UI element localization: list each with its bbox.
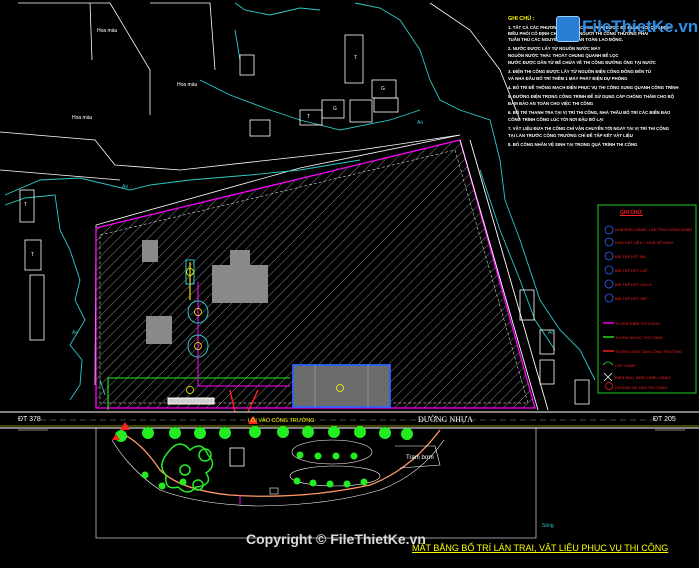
- note-line: 7. VẬT LIỆU ĐƯA THI CÔNG CHỈ VẬN CHUYỂN …: [508, 126, 670, 131]
- note-line: 8. BỐ CÔNG NHÂN VỆ SINH TẠI TRONG QUÁ TR…: [508, 142, 638, 147]
- road-label-right: ĐT 205: [653, 416, 676, 423]
- notes-title: GHI CHÚ :: [508, 16, 535, 22]
- logo-text: FileThietKe.vn: [582, 17, 699, 36]
- note-line: CÔNG TRÌNH CÔNG LÚC TỚI NƠI ĐẬU BỐ LẠI: [508, 117, 604, 122]
- note-line: NƯỚC ĐƯỢC DẪN TỪ BỂ CHỨA VỀ THI CÔNG ĐƯỜ…: [508, 60, 656, 65]
- house-label: T: [31, 252, 35, 258]
- note-line: 3. ĐIỆN THI CÔNG ĐƯỢC LẤY TỪ NGUỒN ĐIỆN …: [508, 69, 651, 74]
- legend-item: BÃI TẬP KẾT CÁT: [615, 268, 649, 273]
- field-label: Hoa màu: [97, 28, 118, 34]
- legend-item: BÃI TẬP KẾT ĐÁ: [615, 254, 646, 259]
- legend-item: BIỂN BÁO, ĐÈN CHIẾU SÁNG: [615, 375, 671, 380]
- watermark-logo: FileThietKe.vn: [556, 14, 698, 44]
- note-line: 4. BỐ TRÍ ĐỂ THÔNG MẠCH ĐIỆN PHỤC VỤ THI…: [508, 85, 679, 90]
- legend-symbols: [602, 225, 614, 390]
- logo-icon: [556, 16, 580, 42]
- river-label: Sông: [542, 523, 554, 529]
- note-line: 2. NƯỚC ĐƯỢC LẤY TỪ NGUỒN NƯỚC MÁY: [508, 46, 601, 51]
- cad-drawing-canvas: GHI CHÚ : 1. TẤT CẢ CÁC PHƯƠNG TIỆN THI …: [0, 0, 699, 568]
- road-name-label: ĐƯỜNG NHỰA: [418, 415, 473, 424]
- field-label: Hoa màu: [72, 115, 93, 121]
- pond-label: Ao: [72, 330, 79, 336]
- legend-title: GHI CHÚ:: [620, 210, 643, 216]
- entrance-label: LỐI VÀO CÔNG TRƯỜNG: [248, 418, 315, 424]
- legend-item: NHÀ ĐIỀU HÀNH, LÁN TRẠI CÔNG NHÂN: [615, 227, 693, 232]
- legend-item: HƯỚNG XE VÀO THI CÔNG: [615, 385, 668, 390]
- pond-label: Ao: [548, 330, 555, 336]
- note-line: NGUỒN NƯỚC THẢI: THOÁT CHUNG QUANH BỂ LỌ…: [508, 53, 619, 58]
- new-building: [292, 364, 391, 408]
- pond-label: Ao: [122, 184, 129, 190]
- field-label: Hoa màu: [177, 82, 198, 88]
- house-label: G: [333, 106, 337, 112]
- note-line: ĐẢM BẢO AN TOÀN CHO VIỆC THI CÔNG: [508, 101, 594, 106]
- pump-station-label: Trạm bơm: [406, 455, 434, 461]
- house-label: T: [354, 55, 358, 61]
- copyright-watermark: Copyright © FileThietKe.vn: [246, 531, 426, 547]
- note-line: VÀ NHÀ ĐẦU BỐ TRÍ THÊM 1 MÁY PHÁT ĐIỆN D…: [508, 76, 628, 81]
- house-label: T: [307, 114, 311, 120]
- legend-item: CÂY XANH: [615, 363, 636, 368]
- legend-item: BÃI TẬP KẾT SẮT: [615, 296, 648, 301]
- pond-label: Ao: [417, 120, 424, 126]
- note-line: 5. ĐƯỜNG ĐIỆN TRONG CÔNG TRÌNH ĐỂ SỬ DỤN…: [508, 94, 675, 99]
- legend-item: KHO VẬT LIỆU + NHÀ VỆ SINH: [615, 240, 673, 245]
- legend-item: TUYẾN ĐIỆN THI CÔNG: [615, 321, 660, 326]
- legend-item: TƯỜNG RÀO TẠM CÔNG TRƯỜNG: [615, 349, 682, 354]
- house-label: G: [381, 86, 385, 92]
- main-road: [0, 411, 699, 429]
- note-line: 6. BỐ TRÍ THANH TRA TẠI VỊ TRÍ THI CÔNG,…: [508, 110, 671, 115]
- legend-item: TUYẾN NƯỚC THI CÔNG: [615, 335, 663, 340]
- note-line: TẠI LÀN TRƯỚC CÔNG TRƯỜNG CHỈ ĐỂ TẬP KẾT…: [508, 133, 633, 138]
- house-label: T: [24, 202, 28, 208]
- road-label-left: ĐT 378: [18, 416, 41, 423]
- legend-item: BÃI TẬP KẾT GẠCH: [615, 282, 652, 287]
- garden-cluster: [161, 443, 214, 493]
- tree-row: [115, 426, 413, 490]
- drawing-title: MẶT BẰNG BỐ TRÍ LÁN TRẠI, VẬT LIỆU PHỤC …: [412, 543, 669, 553]
